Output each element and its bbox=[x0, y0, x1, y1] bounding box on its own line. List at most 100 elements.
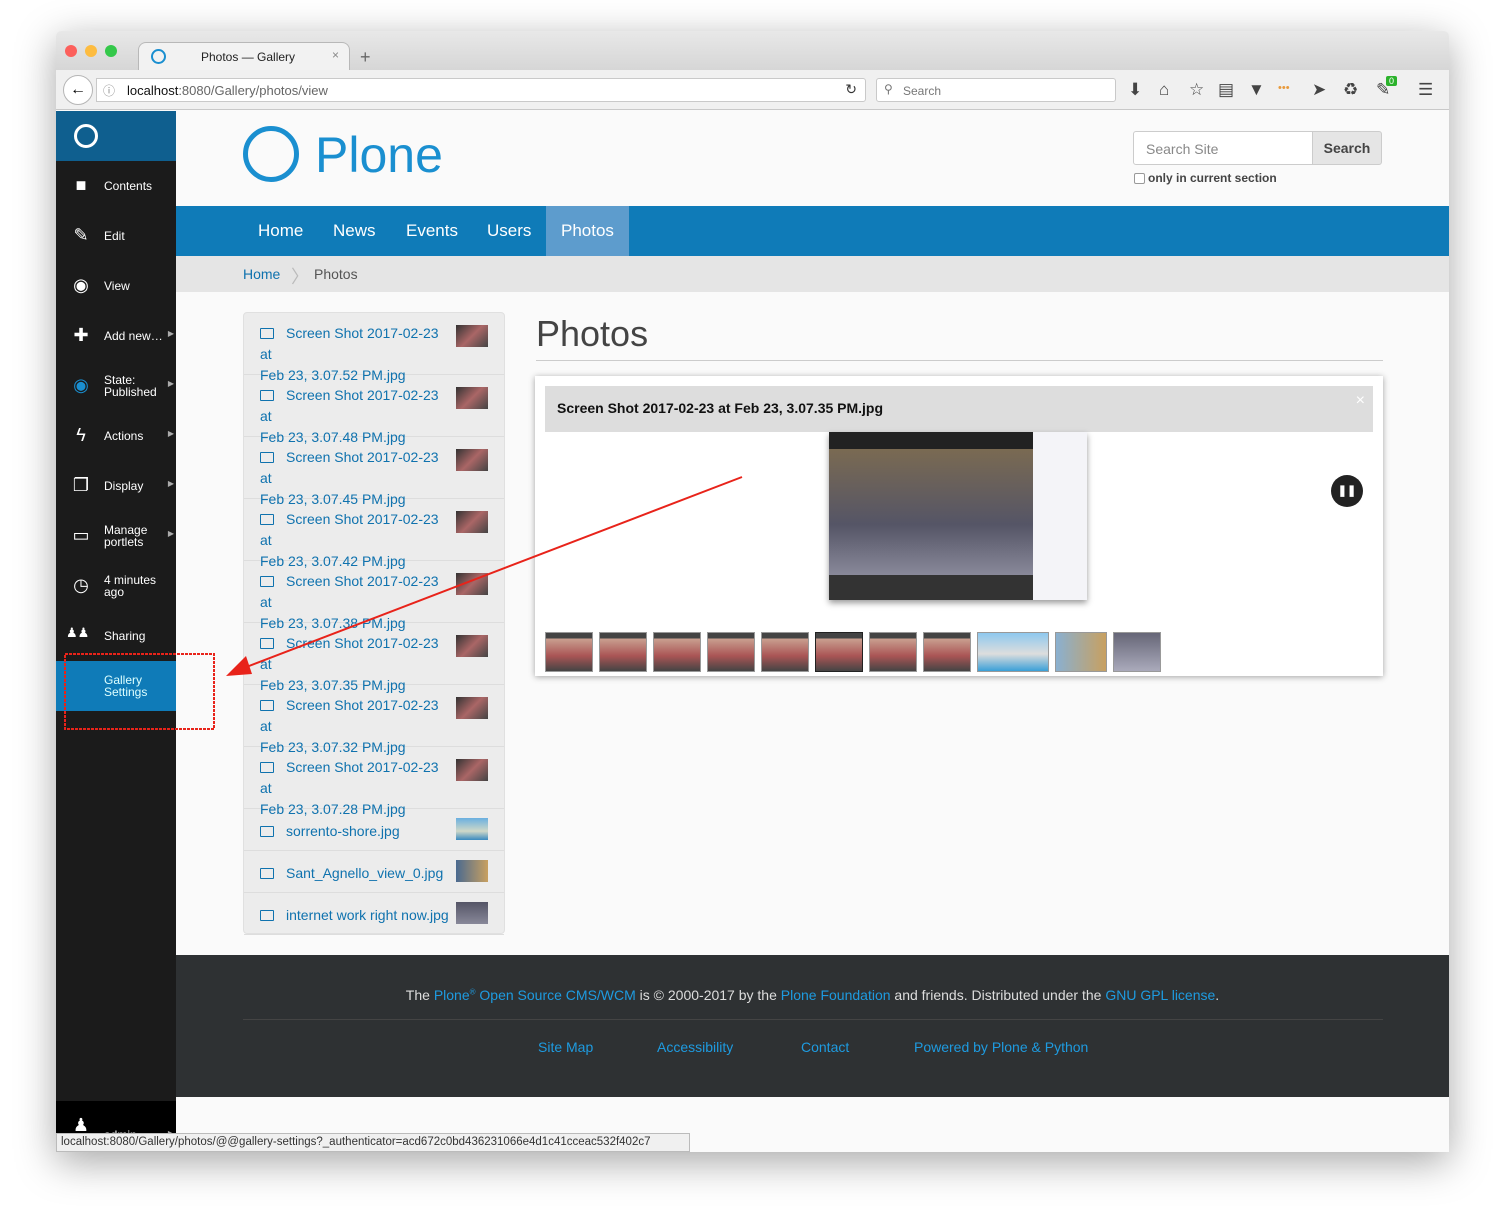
nav-photos[interactable]: Photos bbox=[546, 206, 629, 256]
toolbar-item-edit[interactable]: ✎ Edit bbox=[56, 211, 176, 261]
gallery-file-item[interactable]: Screen Shot 2017-02-23 at Feb 23, 3.07.45… bbox=[244, 437, 504, 507]
nav-users[interactable]: Users bbox=[472, 206, 546, 256]
image-icon bbox=[260, 700, 274, 711]
toolbar-item-state-published[interactable]: ◉ State: Published ▶ bbox=[56, 361, 176, 411]
browser-search-input[interactable]: ⚲ Search bbox=[876, 78, 1116, 102]
breadcrumb-home[interactable]: Home bbox=[243, 266, 280, 282]
image-icon bbox=[260, 514, 274, 525]
reading-list-icon[interactable]: ▤ bbox=[1218, 80, 1234, 100]
toolbar-item-add-new[interactable]: ✚ Add new… ▶ bbox=[56, 311, 176, 361]
image-icon bbox=[260, 762, 274, 773]
gallery-file-item[interactable]: sorrento-shore.jpg bbox=[244, 809, 504, 851]
toolbar-item-contents[interactable]: ■ Contents bbox=[56, 161, 176, 211]
gallery-file-item[interactable]: Screen Shot 2017-02-23 at Feb 23, 3.07.28… bbox=[244, 747, 504, 817]
toolbar-item-label: Display bbox=[104, 479, 144, 493]
submenu-arrow-icon: ▶ bbox=[167, 379, 174, 388]
footer-site-map[interactable]: Site Map bbox=[538, 1039, 593, 1055]
footer-text: The bbox=[405, 987, 434, 1003]
toolbar-item-view[interactable]: ◉ View bbox=[56, 261, 176, 311]
gallery-file-item[interactable]: Screen Shot 2017-02-23 at Feb 23, 3.07.42… bbox=[244, 499, 504, 569]
checkbox-label: only in current section bbox=[1148, 171, 1277, 185]
gallery-thumbnail[interactable] bbox=[869, 632, 917, 672]
download-icon[interactable]: ⬇ bbox=[1128, 80, 1142, 100]
pause-button[interactable]: ❚❚ bbox=[1331, 475, 1363, 507]
only-current-section[interactable]: only in current section bbox=[1134, 171, 1277, 185]
footer-powered-by[interactable]: Powered by Plone & Python bbox=[914, 1039, 1088, 1055]
breadcrumb: Home 〉 Photos bbox=[176, 256, 1449, 292]
toolbar-item-sharing[interactable]: ♟♟ Sharing bbox=[56, 611, 176, 661]
nav-home[interactable]: Home bbox=[243, 206, 318, 256]
gallery-thumbnail[interactable] bbox=[1113, 632, 1161, 672]
extension-icon[interactable]: ••• bbox=[1278, 82, 1290, 94]
search-placeholder: Search Site bbox=[1146, 141, 1219, 157]
gallery-thumbnail[interactable] bbox=[599, 632, 647, 672]
plone-link[interactable]: Plone bbox=[434, 987, 470, 1003]
gallery-thumbnail[interactable] bbox=[545, 632, 593, 672]
bookmark-star-icon[interactable]: ☆ bbox=[1189, 80, 1204, 100]
url-field[interactable]: ⓘ localhost:8080/Gallery/photos/view ↻ bbox=[96, 78, 866, 102]
gallery-thumbnail[interactable] bbox=[707, 632, 755, 672]
footer-text: and friends. Distributed under the bbox=[890, 987, 1106, 1003]
menu-icon[interactable]: ☰ bbox=[1418, 80, 1433, 100]
gallery-thumbnail[interactable] bbox=[977, 632, 1049, 672]
tab-title: Photos — Gallery bbox=[201, 50, 296, 64]
gallery-thumbnail[interactable] bbox=[761, 632, 809, 672]
oss-link[interactable]: Open Source CMS/WCM bbox=[479, 987, 635, 1003]
site-footer: The Plone® Open Source CMS/WCM is © 2000… bbox=[176, 955, 1449, 1097]
search-icon: ⚲ bbox=[884, 82, 893, 96]
site-search-input[interactable]: Search Site bbox=[1133, 131, 1313, 165]
gpl-link[interactable]: GNU GPL license bbox=[1105, 987, 1215, 1003]
toolbar-item-gallery-settings[interactable]: Gallery Settings bbox=[56, 661, 176, 711]
toolbar-item-manage-portlets[interactable]: ▭ Manage portlets ▶ bbox=[56, 511, 176, 561]
gallery-thumbnail[interactable] bbox=[1055, 632, 1107, 672]
image-icon bbox=[260, 910, 274, 921]
browser-tab[interactable]: Photos — Gallery × bbox=[138, 42, 350, 71]
image-icon bbox=[260, 576, 274, 587]
gallery-file-item[interactable]: internet work right now.jpg bbox=[244, 893, 504, 935]
file-thumbnail bbox=[456, 759, 488, 781]
toolbar-item-actions[interactable]: ϟ Actions ▶ bbox=[56, 411, 176, 461]
zoom-window-button[interactable] bbox=[105, 45, 117, 57]
site-search-button[interactable]: Search bbox=[1312, 131, 1382, 165]
gallery-file-item[interactable]: Screen Shot 2017-02-23 at Feb 23, 3.07.38… bbox=[244, 561, 504, 631]
file-name: sorrento-shore.jpg bbox=[286, 823, 400, 839]
gallery-file-item[interactable]: Screen Shot 2017-02-23 at Feb 23, 3.07.32… bbox=[244, 685, 504, 755]
checkbox[interactable] bbox=[1134, 173, 1145, 184]
minimize-window-button[interactable] bbox=[85, 45, 97, 57]
toolbar-item-4-minutes-ago[interactable]: ◷ 4 minutes ago bbox=[56, 561, 176, 611]
send-icon[interactable]: ➤ bbox=[1312, 80, 1326, 100]
gallery-file-item[interactable]: Screen Shot 2017-02-23 at Feb 23, 3.07.35… bbox=[244, 623, 504, 693]
close-icon[interactable]: × bbox=[1356, 392, 1365, 410]
gallery-thumbnail[interactable] bbox=[653, 632, 701, 672]
slide-image[interactable] bbox=[829, 432, 1087, 600]
submenu-arrow-icon: ▶ bbox=[167, 429, 174, 438]
globe-icon: ◉ bbox=[73, 375, 89, 395]
main-content: Plone Search Site Search only in current… bbox=[176, 111, 1449, 1152]
navigation-toolbar: ← ⓘ localhost:8080/Gallery/photos/view ↻… bbox=[56, 70, 1449, 110]
pocket-icon[interactable]: ▼ bbox=[1248, 80, 1265, 100]
nav-events[interactable]: Events bbox=[391, 206, 473, 256]
gallery-thumbnail[interactable] bbox=[815, 632, 863, 672]
nav-news[interactable]: News bbox=[318, 206, 391, 256]
back-button[interactable]: ← bbox=[63, 75, 93, 105]
history-icon[interactable]: ♻ bbox=[1343, 80, 1358, 100]
folder-icon: ■ bbox=[75, 175, 87, 195]
gallery-thumbnail[interactable] bbox=[923, 632, 971, 672]
toolbar-item-display[interactable]: ❐ Display ▶ bbox=[56, 461, 176, 511]
foundation-link[interactable]: Plone Foundation bbox=[781, 987, 891, 1003]
footer-accessibility[interactable]: Accessibility bbox=[657, 1039, 733, 1055]
footer-contact[interactable]: Contact bbox=[801, 1039, 849, 1055]
reload-icon[interactable]: ↻ bbox=[845, 81, 857, 98]
gallery-file-item[interactable]: Screen Shot 2017-02-23 at Feb 23, 3.07.48… bbox=[244, 375, 504, 445]
new-tab-button[interactable]: + bbox=[360, 47, 371, 68]
file-thumbnail bbox=[456, 449, 488, 471]
home-icon[interactable]: ⌂ bbox=[1159, 80, 1169, 100]
gallery-file-item[interactable]: Sant_Agnello_view_0.jpg bbox=[244, 851, 504, 893]
close-tab-icon[interactable]: × bbox=[332, 48, 339, 62]
submenu-arrow-icon: ▶ bbox=[167, 329, 174, 338]
toolbar-item-label: Manage portlets bbox=[104, 523, 148, 549]
gallery-file-item[interactable]: Screen Shot 2017-02-23 at Feb 23, 3.07.52… bbox=[244, 313, 504, 383]
toolbar-logo[interactable] bbox=[56, 111, 176, 161]
eye-icon: ◉ bbox=[73, 275, 89, 295]
close-window-button[interactable] bbox=[65, 45, 77, 57]
